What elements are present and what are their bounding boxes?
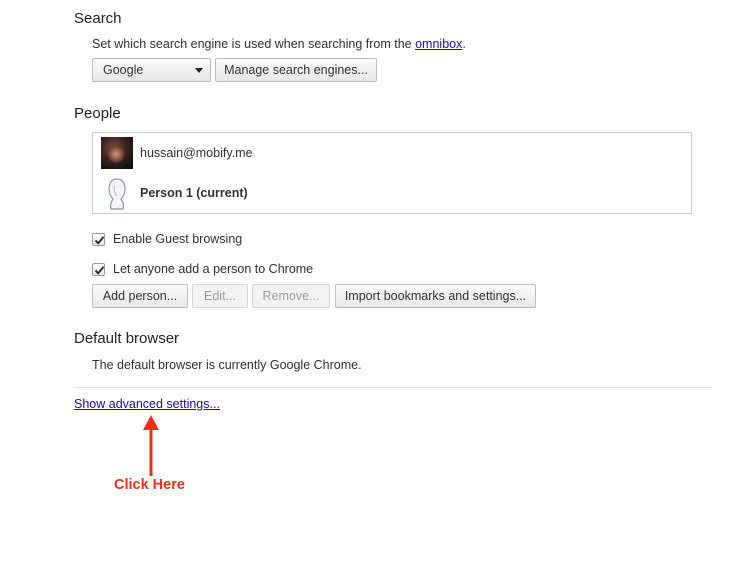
search-section-title: Search — [74, 10, 122, 27]
search-engine-selected: Google — [103, 63, 144, 77]
import-bookmarks-button[interactable]: Import bookmarks and settings... — [335, 284, 536, 308]
settings-page: Search Set which search engine is used w… — [0, 0, 750, 569]
guest-browsing-checkbox-row[interactable]: Enable Guest browsing — [92, 232, 242, 246]
person-name-current: Person 1 (current) — [140, 186, 248, 200]
person-name: hussain@mobify.me — [140, 146, 253, 160]
search-engine-select[interactable]: Google — [92, 58, 211, 82]
omnibox-link[interactable]: omnibox — [415, 37, 462, 51]
divider — [74, 387, 712, 388]
manage-search-engines-button[interactable]: Manage search engines... — [215, 58, 377, 82]
anyone-add-person-checkbox-row[interactable]: Let anyone add a person to Chrome — [92, 262, 313, 276]
checkmark-icon — [94, 265, 105, 275]
edit-person-button[interactable]: Edit... — [192, 284, 248, 308]
photo-avatar — [101, 137, 133, 169]
default-browser-section-title: Default browser — [74, 330, 180, 347]
person-row-hussain[interactable]: hussain@mobify.me — [101, 137, 253, 169]
person-row-current[interactable]: Person 1 (current) — [101, 176, 248, 210]
generic-person-avatar-icon — [108, 178, 126, 210]
checkmark-icon — [94, 235, 105, 245]
search-description-prefix: Set which search engine is used when sea… — [92, 37, 416, 51]
people-section-title: People — [74, 105, 121, 122]
guest-browsing-checkbox[interactable] — [92, 232, 105, 246]
search-description-suffix: . — [462, 37, 466, 51]
people-list: hussain@mobify.me Person 1 (current) — [92, 132, 692, 214]
click-here-annotation: Click Here — [114, 477, 185, 493]
anyone-add-person-label: Let anyone add a person to Chrome — [113, 262, 314, 276]
anyone-add-person-checkbox[interactable] — [92, 262, 105, 276]
red-arrow-up-icon — [143, 415, 159, 476]
dropdown-arrow-icon — [195, 68, 203, 73]
show-advanced-settings-link[interactable]: Show advanced settings... — [74, 397, 220, 411]
guest-browsing-label: Enable Guest browsing — [113, 232, 243, 246]
search-description: Set which search engine is used when sea… — [92, 37, 466, 51]
add-person-button[interactable]: Add person... — [92, 284, 188, 308]
default-browser-description: The default browser is currently Google … — [92, 358, 362, 372]
remove-person-button[interactable]: Remove... — [252, 284, 330, 308]
